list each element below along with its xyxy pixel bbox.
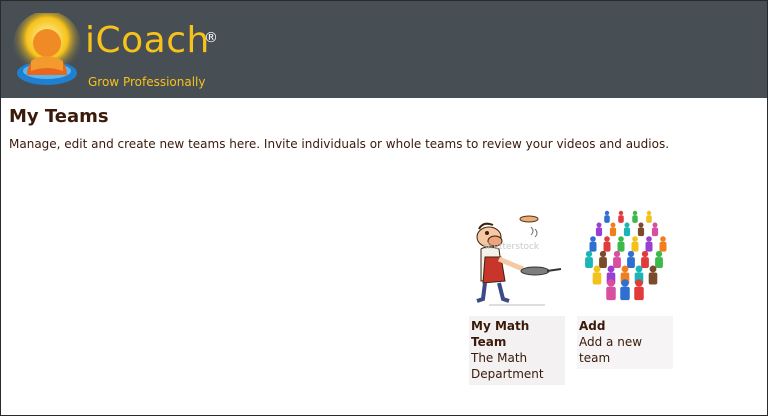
crowd-figure [632,210,638,223]
icoach-logo-icon [13,13,81,85]
brand-name: iCoach [85,20,210,61]
crowd-figure [606,279,616,301]
team-description: Add a new team [579,335,643,365]
crowd-figure [634,279,644,301]
crowd-figure [646,210,652,223]
team-card-my-math-team[interactable]: shutterstock My Math Team The Math Depar… [469,199,565,385]
crowd-figure [599,250,607,269]
team-card-add[interactable]: Add Add a new team [577,199,673,369]
app-header: iCoach ® Grow Professionally [1,1,767,98]
chef-cartoon-image[interactable]: shutterstock [469,199,565,309]
team-info[interactable]: My Math Team The Math Department [469,316,565,385]
page-description: Manage, edit and create new teams here. … [9,137,670,151]
crowd-figure [651,222,659,237]
team-description: The Math Department [471,351,544,381]
team-name[interactable]: Add [579,318,671,334]
crowd-figure [595,222,603,237]
crowd-figure [637,222,645,237]
page-title: My Teams [9,106,109,127]
brand-tagline: Grow Professionally [88,75,206,89]
crowd-figure [609,222,617,237]
registered-mark: ® [204,30,218,46]
crowd-figure [623,222,631,237]
people-crowd-image[interactable] [577,199,673,309]
crowd-figure [589,236,597,252]
team-name[interactable]: My Math Team [471,318,563,350]
crowd-figure [641,250,649,269]
app-frame: iCoach ® Grow Professionally My Teams Ma… [0,0,768,416]
crowd-figure [659,236,667,252]
crowd-figure [604,210,610,223]
crowd-figure [645,236,653,252]
crowd-figure [617,236,625,252]
crowd-figure [603,236,611,252]
crowd-figure [631,236,639,252]
crowd-figure [613,250,621,269]
crowd-figure [620,279,630,301]
crowd-figure [627,250,635,269]
crowd-figure [585,250,593,269]
crowd-figure [592,265,602,285]
team-info[interactable]: Add Add a new team [577,316,673,369]
crowd-figure [618,210,624,223]
crowd-figure [648,265,658,285]
crowd-figure [655,250,663,269]
image-watermark: shutterstock [483,242,540,252]
